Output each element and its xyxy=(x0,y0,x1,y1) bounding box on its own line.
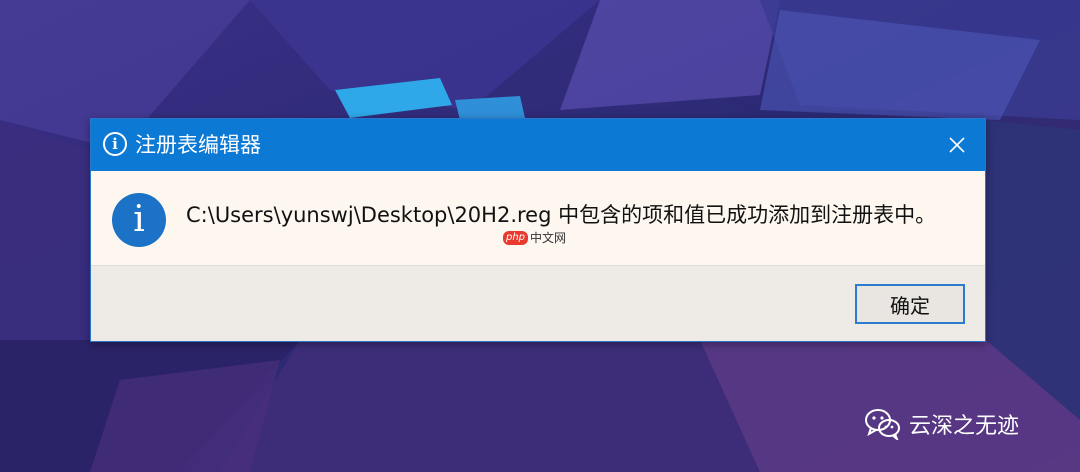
registry-editor-dialog: i 注册表编辑器 i C:\Users\yunswj\Desktop\20H2.… xyxy=(90,118,986,342)
wechat-icon xyxy=(865,409,900,440)
dialog-content: i C:\Users\yunswj\Desktop\20H2.reg 中包含的项… xyxy=(91,171,985,265)
dialog-title: 注册表编辑器 xyxy=(135,133,261,157)
info-icon: i xyxy=(112,193,166,247)
dialog-message: C:\Users\yunswj\Desktop\20H2.reg 中包含的项和值… xyxy=(186,203,937,227)
php-watermark-text: 中文网 xyxy=(530,231,567,245)
ok-button[interactable]: 确定 xyxy=(855,284,965,324)
wechat-watermark: 云深之无迹 xyxy=(865,408,1019,440)
info-icon: i xyxy=(103,132,127,156)
php-badge: php xyxy=(503,230,529,245)
close-icon xyxy=(949,137,965,153)
wechat-account-name: 云深之无迹 xyxy=(909,414,1020,439)
close-button[interactable] xyxy=(937,125,977,165)
dialog-footer: 确定 xyxy=(91,265,985,341)
php-watermark: php 中文网 xyxy=(503,229,566,246)
title-bar[interactable]: i 注册表编辑器 xyxy=(91,119,985,171)
